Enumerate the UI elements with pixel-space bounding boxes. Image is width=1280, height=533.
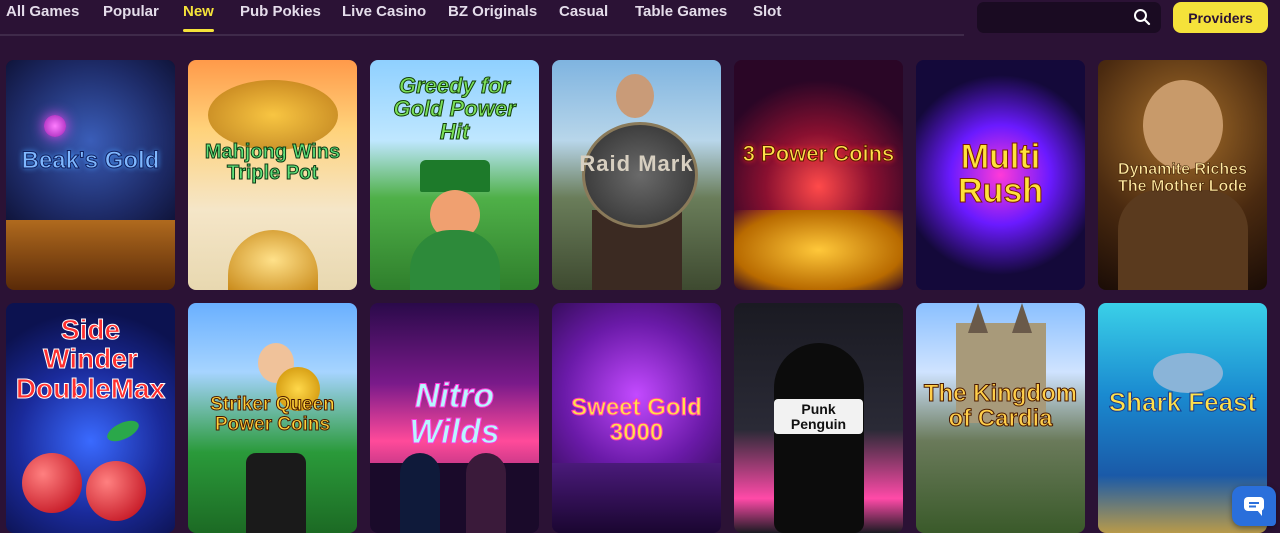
game-tile[interactable]: Dynamite Riches The Mother Lode [1098, 60, 1267, 290]
game-title: Multi Rush [958, 138, 1044, 210]
chat-button[interactable] [1232, 486, 1276, 526]
tab-popular[interactable]: Popular [103, 3, 159, 20]
tab-bz-originals[interactable]: BZ Originals [448, 3, 537, 20]
search-icon[interactable] [1133, 8, 1151, 26]
game-title: Greedy for Gold Power Hit [393, 73, 516, 145]
game-title: Punk Penguin [774, 399, 863, 435]
game-title: Striker Queen Power Coins [210, 394, 336, 435]
tab-slot[interactable]: Slot [753, 3, 781, 20]
game-title: Sweet Gold 3000 [571, 394, 703, 447]
game-title: The Kingdom of Cardia [923, 380, 1078, 433]
search-box [977, 2, 1161, 35]
game-tile[interactable]: Beak's Gold [6, 60, 175, 290]
game-tile[interactable]: Greedy for Gold Power Hit [370, 60, 539, 290]
game-title: Mahjong Wins Triple Pot [204, 141, 341, 184]
search-input[interactable] [987, 2, 1131, 35]
game-tile[interactable]: Multi Rush [916, 60, 1085, 290]
game-title: Raid Mark [579, 151, 694, 176]
game-title: Shark Feast [1108, 387, 1257, 417]
tab-pub-pokies[interactable]: Pub Pokies [240, 3, 321, 20]
tab-casual[interactable]: Casual [559, 3, 608, 20]
tab-table-games[interactable]: Table Games [635, 3, 727, 20]
category-tabs: All Games Popular New Pub Pokies Live Ca… [0, 0, 964, 36]
game-tile[interactable]: 3 Power Coins [734, 60, 903, 290]
game-title: Beak's Gold [21, 147, 160, 174]
game-title: 3 Power Coins [742, 141, 895, 166]
game-title: Nitro Wilds [409, 377, 500, 451]
game-tile[interactable]: Raid Mark [552, 60, 721, 290]
game-tile[interactable]: Mahjong Wins Triple Pot [188, 60, 357, 290]
chat-icon [1244, 497, 1264, 516]
tab-new[interactable]: New [183, 3, 214, 32]
game-tile[interactable]: Nitro Wilds [370, 303, 539, 533]
tab-live-casino[interactable]: Live Casino [342, 3, 426, 20]
providers-button[interactable]: Providers [1173, 2, 1268, 33]
game-title: Dynamite Riches The Mother Lode [1118, 161, 1248, 195]
game-tile[interactable]: The Kingdom of Cardia [916, 303, 1085, 533]
game-tile[interactable]: Striker Queen Power Coins [188, 303, 357, 533]
game-title: Side Winder DoubleMax [15, 314, 166, 404]
game-tile[interactable]: Sweet Gold 3000 [552, 303, 721, 533]
game-tile[interactable]: Punk Penguin [734, 303, 903, 533]
game-tile[interactable]: Side Winder DoubleMax [6, 303, 175, 533]
tab-all-games[interactable]: All Games [6, 3, 79, 20]
